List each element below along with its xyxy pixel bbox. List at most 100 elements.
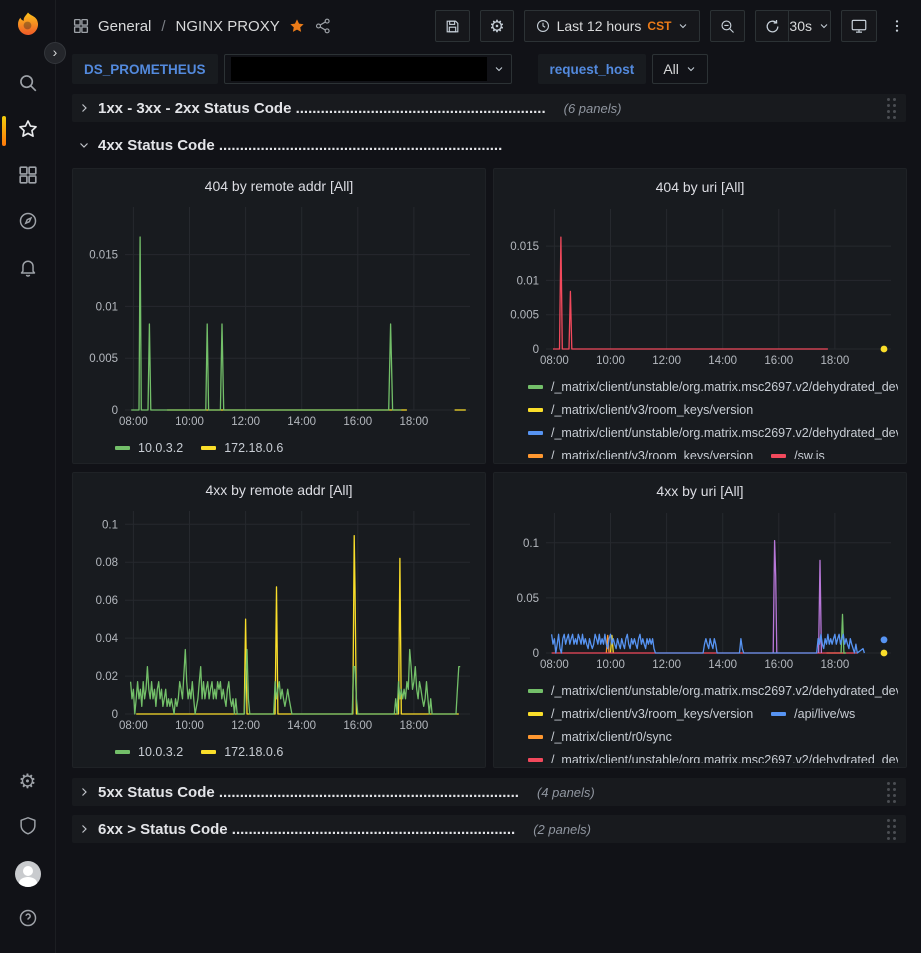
configuration-gear-icon: ⚙ (19, 772, 37, 792)
sidebar-item-help[interactable] (0, 897, 56, 943)
user-avatar (15, 861, 41, 887)
legend-label: /_matrix/client/unstable/org.matrix.msc2… (551, 380, 898, 394)
tv-icon (850, 17, 868, 35)
legend-item[interactable]: /_matrix/client/v3/room_keys/version (528, 444, 753, 459)
chart-legend: /_matrix/client/unstable/org.matrix.msc2… (502, 679, 898, 763)
chevron-down-icon (493, 63, 505, 75)
panel-title[interactable]: 404 by uri [All] (502, 174, 898, 199)
chart-404-by-remote-addr[interactable]: 00.0050.010.01508:0010:0012:0014:0016:00… (81, 197, 477, 434)
svg-text:12:00: 12:00 (652, 659, 681, 671)
svg-text:18:00: 18:00 (821, 659, 850, 671)
legend-label: /_matrix/client/r0/sync (551, 730, 672, 744)
svg-text:10:00: 10:00 (175, 416, 204, 428)
sidebar-item-dashboards[interactable] (0, 154, 56, 200)
legend-item[interactable]: 172.18.0.6 (201, 740, 283, 763)
help-question-icon (17, 907, 39, 934)
sidebar-item-configuration[interactable]: ⚙ (0, 759, 56, 805)
legend-swatch (528, 712, 543, 716)
breadcrumb: General / NGINX PROXY (98, 18, 280, 35)
favorite-star-button[interactable] (288, 17, 306, 35)
chevron-right-icon (78, 786, 90, 798)
legend-item[interactable]: 10.0.3.2 (115, 436, 183, 459)
legend-swatch (528, 408, 543, 412)
svg-text:0.005: 0.005 (89, 353, 118, 365)
refresh-button[interactable] (756, 11, 788, 41)
legend-item[interactable]: /sw.js (771, 444, 825, 459)
row-title: 4xx Status Code ........................… (98, 137, 502, 154)
chart-404-by-uri[interactable]: 00.0050.010.01508:0010:0012:0014:0016:00… (502, 199, 898, 373)
sidebar-item-search[interactable] (0, 62, 56, 108)
row-drag-handle[interactable] (885, 96, 898, 121)
breadcrumb-dashboard-title[interactable]: NGINX PROXY (176, 18, 280, 35)
legend-swatch (201, 446, 216, 450)
svg-text:14:00: 14:00 (708, 355, 737, 367)
sidebar-item-starred[interactable] (0, 108, 56, 154)
svg-text:10:00: 10:00 (175, 720, 204, 732)
variable-request-host-select[interactable]: All (652, 54, 708, 84)
svg-text:14:00: 14:00 (287, 416, 316, 428)
star-icon (17, 118, 39, 145)
legend-item[interactable]: /_matrix/client/unstable/org.matrix.msc2… (528, 748, 898, 763)
sidebar-item-alerting[interactable] (0, 246, 56, 292)
row-panel-count: (4 panels) (537, 785, 595, 800)
legend-swatch (201, 750, 216, 754)
panel-4xx-by-uri: 4xx by uri [All] 00.050.108:0010:0012:00… (493, 472, 907, 768)
zoom-out-button[interactable] (710, 10, 745, 42)
refresh-interval-dropdown[interactable]: 30s (789, 11, 830, 41)
row-1xx-3xx-2xx[interactable]: 1xx - 3xx - 2xx Status Code ............… (72, 94, 906, 122)
svg-text:0.005: 0.005 (510, 310, 539, 322)
row-5xx[interactable]: 5xx Status Code ........................… (72, 778, 906, 806)
svg-text:14:00: 14:00 (708, 659, 737, 671)
legend-item[interactable]: 172.18.0.6 (201, 436, 283, 459)
row-4xx[interactable]: 4xx Status Code ........................… (72, 131, 906, 159)
save-dashboard-button[interactable] (435, 10, 470, 42)
panel-menu-kebab[interactable] (887, 10, 907, 42)
row-drag-handle[interactable] (885, 780, 898, 805)
svg-text:12:00: 12:00 (231, 720, 260, 732)
share-button[interactable] (314, 17, 332, 35)
legend-item[interactable]: /_matrix/client/v3/room_keys/version (528, 398, 753, 421)
explore-compass-icon (17, 210, 39, 237)
legend-item[interactable]: /api/live/ws (771, 702, 855, 725)
svg-text:0.01: 0.01 (517, 276, 539, 288)
sidebar-item-profile[interactable] (0, 851, 56, 897)
legend-item[interactable]: /_matrix/client/unstable/org.matrix.msc2… (528, 375, 898, 398)
panel-title[interactable]: 4xx by remote addr [All] (81, 478, 477, 501)
svg-text:0: 0 (112, 405, 118, 417)
row-6xx[interactable]: 6xx > Status Code ......................… (72, 815, 906, 843)
refresh-interval-label: 30s (789, 18, 812, 34)
variable-ds-select[interactable] (224, 54, 512, 84)
panel-title[interactable]: 4xx by uri [All] (502, 478, 898, 503)
sidebar-item-server-admin[interactable] (0, 805, 56, 851)
chart-4xx-by-remote-addr[interactable]: 00.020.040.060.080.108:0010:0012:0014:00… (81, 501, 477, 738)
svg-text:18:00: 18:00 (821, 355, 850, 367)
legend-item[interactable]: /_matrix/client/unstable/org.matrix.msc2… (528, 421, 898, 444)
svg-text:18:00: 18:00 (400, 720, 429, 732)
tv-mode-button[interactable] (841, 10, 877, 42)
svg-text:10:00: 10:00 (596, 355, 625, 367)
time-range-picker[interactable]: Last 12 hours CST (524, 10, 701, 42)
legend-swatch (528, 385, 543, 389)
apps-grid-icon (72, 17, 90, 35)
legend-item[interactable]: /_matrix/client/r0/sync (528, 725, 672, 748)
panel-title[interactable]: 404 by remote addr [All] (81, 174, 477, 197)
legend-label: 172.18.0.6 (224, 441, 283, 455)
legend-item[interactable]: /_matrix/client/v3/room_keys/version (528, 702, 753, 725)
svg-text:0.015: 0.015 (510, 241, 539, 253)
sidebar-expand-button[interactable]: › (44, 42, 66, 64)
sidebar-item-explore[interactable] (0, 200, 56, 246)
svg-text:0.1: 0.1 (523, 538, 539, 550)
chart-4xx-by-uri[interactable]: 00.050.108:0010:0012:0014:0016:0018:00 (502, 503, 898, 677)
dashboard-settings-button[interactable]: ⚙ (480, 10, 513, 42)
grafana-logo[interactable] (13, 10, 43, 40)
grafana-app: ⚙ › (0, 0, 921, 953)
row-drag-handle[interactable] (885, 817, 898, 842)
legend-item[interactable]: 10.0.3.2 (115, 740, 183, 763)
legend-item[interactable]: /_matrix/client/unstable/org.matrix.msc2… (528, 679, 898, 702)
variable-request-host-label: request_host (538, 54, 647, 84)
svg-text:10:00: 10:00 (596, 659, 625, 671)
dashboards-grid-icon (17, 164, 39, 191)
svg-text:08:00: 08:00 (119, 720, 148, 732)
breadcrumb-folder[interactable]: General (98, 18, 151, 35)
dashboard-canvas: 1xx - 3xx - 2xx Status Code ............… (56, 92, 921, 953)
